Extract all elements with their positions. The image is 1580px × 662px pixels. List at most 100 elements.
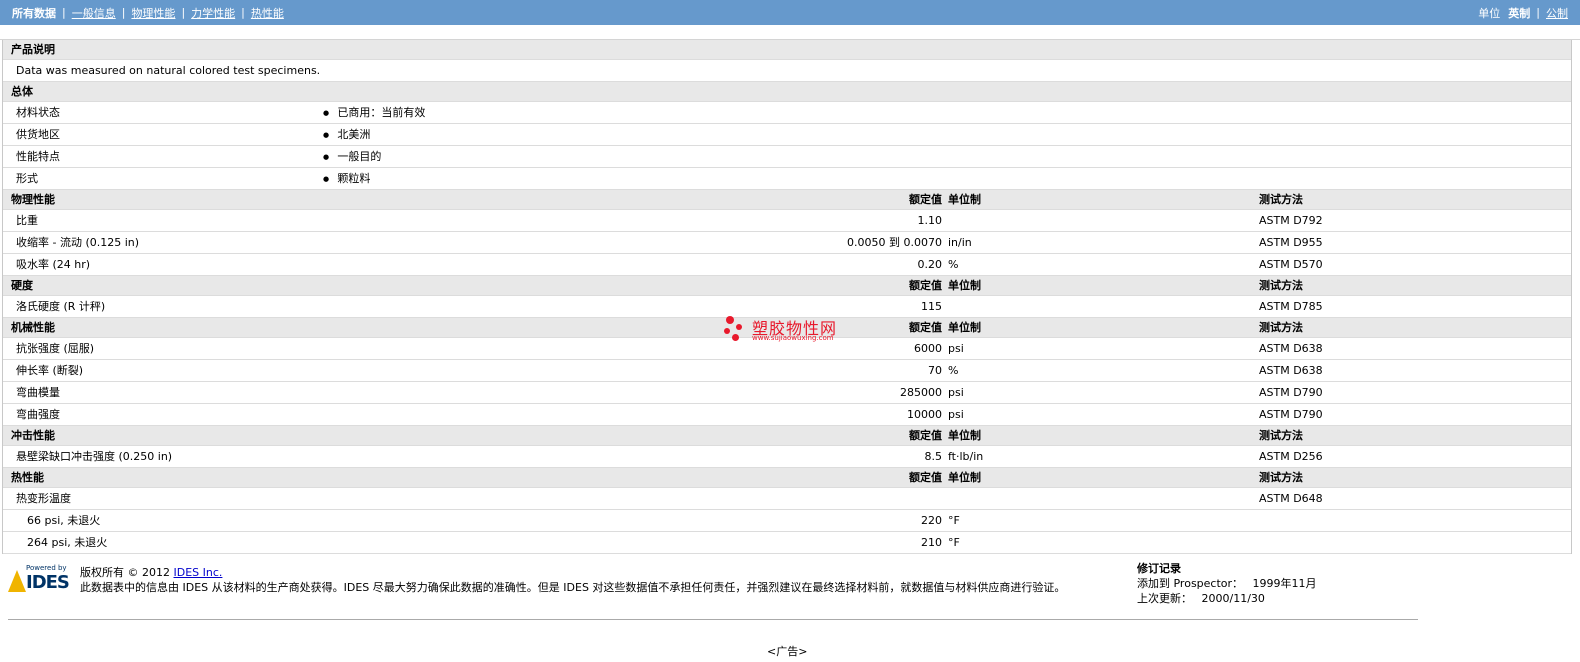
section-header: 物理性能 额定值 单位制 测试方法 (3, 190, 1571, 210)
revision-history: 修订记录 添加到 Prospector： 1999年11月 上次更新： 2000… (1137, 561, 1317, 606)
property-label: 材料状态 (16, 106, 60, 119)
property-unit: ft·lb/in (948, 450, 984, 463)
test-method-header: 测试方法 (1259, 321, 1303, 334)
datasheet-table: 产品说明 Data was measured on natural colore… (2, 40, 1572, 554)
property-label: 伸长率 (断裂) (16, 364, 84, 377)
units-english[interactable]: 英制 (1508, 5, 1530, 21)
property-row: 伸长率 (断裂) 70% ASTM D638 (3, 360, 1571, 382)
property-unit: psi (948, 386, 964, 399)
test-method: ASTM D785 (1259, 300, 1323, 313)
property-label: 264 psi, 未退火 (27, 536, 108, 549)
property-label: 弯曲强度 (16, 408, 60, 421)
nav-tabs: 所有数据 | 一般信息 | 物理性能 | 力学性能 | 热性能 (12, 5, 284, 21)
rated-value-header: 额定值 (909, 471, 942, 484)
ides-logo[interactable]: Powered by IDES (8, 564, 70, 598)
description-text: Data was measured on natural colored tes… (16, 64, 321, 77)
section-title: 冲击性能 (11, 429, 55, 442)
tab-thermal[interactable]: 热性能 (251, 5, 284, 21)
revision-updated-label: 上次更新： (1137, 592, 1192, 605)
test-method: ASTM D648 (1259, 492, 1323, 505)
property-unit: °F (948, 536, 960, 549)
property-unit: psi (948, 408, 964, 421)
nav-separator: | (62, 6, 66, 19)
units-label: 单位 (1478, 6, 1501, 20)
general-row: 性能特点 ● 一般目的 (3, 146, 1571, 168)
tab-all-data[interactable]: 所有数据 (12, 5, 56, 21)
property-label: 热变形温度 (16, 492, 71, 505)
watermark-dot-icon (732, 334, 739, 341)
property-value-text: 一般目的 (337, 150, 382, 163)
property-value-text: 颗粒料 (337, 172, 371, 185)
test-method: ASTM D256 (1259, 450, 1323, 463)
property-row: 264 psi, 未退火 210 °F (3, 532, 1571, 554)
section-title: 硬度 (11, 279, 33, 292)
property-value: ● 已商用：当前有效 (323, 102, 425, 124)
property-row: 66 psi, 未退火 220 °F (3, 510, 1571, 532)
property-unit: psi (948, 342, 964, 355)
property-label: 比重 (16, 214, 38, 227)
property-unit: % (948, 364, 959, 377)
footer-divider (8, 619, 1418, 620)
general-row: 材料状态 ● 已商用：当前有效 (3, 102, 1571, 124)
unit-header: 单位制 (948, 321, 981, 334)
test-method-header: 测试方法 (1259, 193, 1303, 206)
property-label: 66 psi, 未退火 (27, 514, 101, 527)
property-value: 10000 (907, 408, 942, 421)
section-header: 硬度 额定值 单位制 测试方法 (3, 276, 1571, 296)
spacer (0, 25, 1580, 40)
property-value: ● 一般目的 (323, 146, 381, 168)
revision-added-label: 添加到 Prospector： (1137, 577, 1244, 590)
tab-general-info[interactable]: 一般信息 (72, 5, 116, 21)
watermark-dot-icon (726, 316, 734, 324)
nav-separator: | (1536, 6, 1540, 19)
logo-triangle-icon (8, 570, 26, 592)
property-value: 0.20 (917, 258, 943, 271)
property-value: 220 (921, 514, 942, 527)
property-row: 吸水率 (24 hr) 0.20% ASTM D570 (3, 254, 1571, 276)
watermark-url: www.sujiaowuxing.com (752, 334, 834, 342)
property-value: 6000 (914, 342, 942, 355)
property-row: 热变形温度 ASTM D648 (3, 488, 1571, 510)
test-method: ASTM D638 (1259, 342, 1323, 355)
general-row: 供货地区 ● 北美洲 (3, 124, 1571, 146)
property-label: 形式 (16, 172, 38, 185)
logo-powered-text: Powered by (26, 564, 67, 572)
nav-separator: | (241, 6, 245, 19)
section-title: 机械性能 (11, 321, 55, 334)
logo-name: IDES (26, 572, 70, 593)
section-title: 产品说明 (11, 43, 55, 56)
property-label: 悬壁梁缺口冲击强度 (0.250 in) (16, 450, 173, 463)
bullet-icon: ● (323, 153, 332, 161)
general-row: 形式 ● 颗粒料 (3, 168, 1571, 190)
property-value: 8.5 (924, 450, 943, 463)
bullet-icon: ● (323, 109, 332, 117)
unit-header: 单位制 (948, 429, 981, 442)
ides-link[interactable]: IDES Inc. (174, 566, 223, 579)
bullet-icon: ● (323, 131, 332, 139)
bullet-icon: ● (323, 175, 332, 183)
units-metric[interactable]: 公制 (1546, 5, 1568, 21)
test-method: ASTM D790 (1259, 386, 1323, 399)
revision-updated-value: 2000/11/30 (1201, 592, 1265, 605)
nav-separator: | (181, 6, 186, 19)
property-value: 285000 (900, 386, 942, 399)
test-method: ASTM D792 (1259, 214, 1323, 227)
tab-physical[interactable]: 物理性能 (131, 5, 175, 21)
tab-mechanical[interactable]: 力学性能 (191, 5, 235, 21)
footer: Powered by IDES 版权所有 © 2012 IDES Inc. 此数… (0, 554, 1580, 634)
test-method: ASTM D955 (1259, 236, 1323, 249)
test-method: ASTM D638 (1259, 364, 1323, 377)
property-value: 1.10 (917, 214, 943, 227)
nav-separator: | (121, 6, 126, 19)
rated-value-header: 额定值 (909, 429, 942, 442)
property-label: 收缩率 - 流动 (0.125 in) (16, 236, 140, 249)
ad-label: <广告> (767, 645, 808, 658)
disclaimer: 此数据表中的信息由 IDES 从该材料的生产商处获得。IDES 尽最大努力确保此… (80, 581, 1066, 594)
property-row: 悬壁梁缺口冲击强度 (0.250 in) 8.5 ft·lb/in ASTM D256 (3, 446, 1571, 468)
top-nav-bar: 所有数据 | 一般信息 | 物理性能 | 力学性能 | 热性能 单位 英制 | … (0, 0, 1580, 25)
section-header: 总体 (3, 82, 1571, 102)
watermark-dot-icon (736, 324, 742, 330)
property-label: 性能特点 (16, 150, 60, 163)
property-value: 210 (921, 536, 942, 549)
property-value: 70 (928, 364, 942, 377)
